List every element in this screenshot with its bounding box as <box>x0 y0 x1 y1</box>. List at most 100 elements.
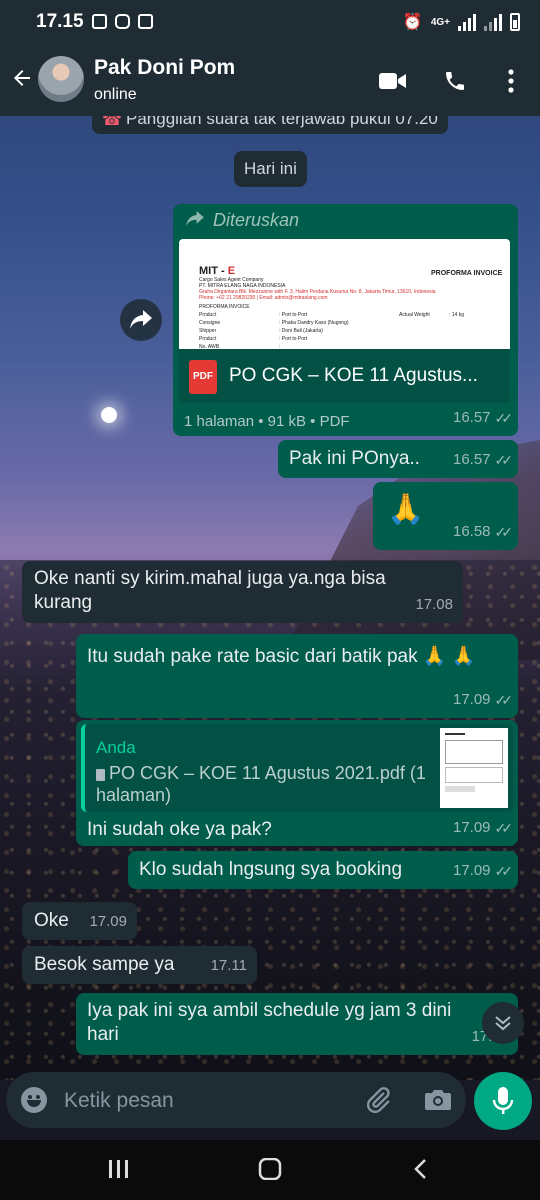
message-bubble[interactable]: Itu sudah pake rate basic dari batik pak… <box>76 634 518 718</box>
message-time: 17.09 <box>452 862 491 879</box>
signal-icon-2 <box>484 13 502 31</box>
document-preview[interactable]: MIT - E PROFORMA INVOICE Cargo Sales Age… <box>179 239 510 349</box>
status-bar: 17.15 ⏰ 4G+ <box>0 0 540 44</box>
message-bubble[interactable]: Pak ini POnya.. 16.57 ✓✓ <box>278 440 518 478</box>
date-chip-label: Hari ini <box>244 159 297 178</box>
file-meta: 1 halaman • 91 kB • PDF <box>184 413 350 430</box>
message-input[interactable]: Ketik pesan <box>64 1089 174 1113</box>
file-bar[interactable]: PDF PO CGK – KOE 11 Agustus... <box>179 349 510 403</box>
scroll-to-bottom-icon[interactable] <box>482 1002 524 1044</box>
message-time: 17.08 <box>415 596 453 613</box>
chat-header: Pak Doni Pom online <box>0 44 540 116</box>
preview-row-extra-value: : 14 kg <box>449 312 465 318</box>
network-type: 4G+ <box>430 16 450 28</box>
pdf-file-icon: PDF <box>189 360 217 394</box>
double-check-icon: ✓✓ <box>494 692 514 708</box>
preview-row: Shipper : Doni Bali (Jakarta) <box>199 327 499 335</box>
message-text: Oke <box>34 910 69 931</box>
system-navigation-bar <box>0 1140 540 1200</box>
contact-name[interactable]: Pak Doni Pom <box>94 56 235 80</box>
forward-share-icon[interactable] <box>120 299 162 341</box>
message-text: Klo sudah lngsung sya booking <box>139 859 403 880</box>
preview-row-label: Consigne <box>199 320 221 326</box>
forwarded-icon <box>185 210 205 234</box>
quoted-text: PO CGK – KOE 11 Agustus 2021.pdf (1 hala… <box>96 763 426 805</box>
preview-row-extra-label: Actual Weight <box>399 312 430 318</box>
camera-icon[interactable] <box>424 1088 452 1117</box>
double-check-icon: ✓✓ <box>494 863 514 879</box>
attach-icon[interactable] <box>364 1086 392 1119</box>
message-time: 16.57 <box>452 451 491 468</box>
preview-contact: Phone: +62 21 29820230 | Email: admin@mi… <box>199 295 328 301</box>
message-text: Besok sampe ya <box>34 954 175 975</box>
instagram-icon <box>115 14 130 29</box>
recent-apps-icon[interactable] <box>108 1158 130 1186</box>
preview-row-value: : Port to Port <box>279 336 308 342</box>
preview-row-label: Product <box>199 336 217 342</box>
video-call-icon[interactable] <box>378 66 408 96</box>
message-bubble[interactable]: Oke 17.09 <box>22 902 137 940</box>
voice-call-icon[interactable] <box>440 66 470 96</box>
battery-icon <box>510 13 520 31</box>
message-time: 17.09 <box>89 913 127 930</box>
message-text: Oke nanti sy kirim.mahal juga ya.nga bis… <box>34 568 386 613</box>
file-name: PO CGK – KOE 11 Agustus... <box>229 365 478 386</box>
back-nav-icon[interactable] <box>412 1158 428 1187</box>
message-bubble[interactable]: Iya pak ini sya ambil schedule yg jam 3 … <box>76 993 518 1055</box>
preview-brand-accent: E <box>227 265 236 277</box>
back-arrow-icon[interactable] <box>10 66 34 94</box>
contact-status: online <box>94 86 137 103</box>
message-bubble[interactable]: Besok sampe ya 17.11 <box>22 946 257 984</box>
preview-brand: MIT - <box>199 265 228 277</box>
message-bubble[interactable]: Klo sudah lngsung sya booking 17.09 ✓✓ <box>128 851 518 889</box>
alarm-icon: ⏰ <box>402 14 423 31</box>
forwarded-document-message[interactable]: Diteruskan MIT - E PROFORMA INVOICE Carg… <box>173 204 518 436</box>
message-text: Itu sudah pake rate basic dari batik pak… <box>87 646 476 667</box>
pdf-file-icon-label: PDF <box>193 371 213 382</box>
message-bubble[interactable]: Oke nanti sy kirim.mahal juga ya.nga bis… <box>22 561 463 623</box>
chat-area[interactable]: ☎ Panggilan suara tak terjawab pukul 07.… <box>0 116 540 1070</box>
missed-call-text: Panggilan suara tak terjawab pukul 07.20 <box>126 116 438 128</box>
preview-section: PROFORMA INVOICE <box>199 304 250 310</box>
forwarded-label: Diteruskan <box>213 210 300 230</box>
double-check-icon: ✓✓ <box>494 524 514 540</box>
message-time: 17.11 <box>210 957 247 974</box>
microphone-icon[interactable] <box>474 1072 532 1130</box>
preview-row-label: Shipper <box>199 328 217 334</box>
message-text: Iya pak ini sya ambil schedule yg jam 3 … <box>87 1000 452 1045</box>
more-options-icon[interactable] <box>496 66 526 96</box>
preview-row-value: : Phaka Dandry Kaso (Nugong) <box>279 320 349 326</box>
double-check-icon: ✓✓ <box>494 452 514 468</box>
reply-message[interactable]: Anda PO CGK – KOE 11 Agustus 2021.pdf (1… <box>76 720 518 846</box>
message-text: 🙏 <box>387 493 425 526</box>
quoted-author: Anda <box>96 738 136 757</box>
missed-call-icon: ☎ <box>102 116 122 129</box>
message-input-placeholder: Ketik pesan <box>64 1089 174 1112</box>
home-icon[interactable] <box>258 1157 282 1187</box>
avatar[interactable] <box>38 56 84 102</box>
quoted-message[interactable]: Anda PO CGK – KOE 11 Agustus 2021.pdf (1… <box>81 724 513 812</box>
preview-row: Product : Port to Port Actual Weight : 14 k… <box>199 311 499 319</box>
preview-row-label: Product <box>199 312 217 318</box>
double-check-icon: ✓✓ <box>494 410 514 426</box>
preview-row-value: : Doni Bali (Jakarta) <box>279 328 323 334</box>
preview-rows: Product : Port to Port Actual Weight : 14 k… <box>199 311 499 349</box>
message-time: 17.09 <box>452 691 491 708</box>
message-time: 17.09 <box>452 819 491 836</box>
preview-row-value: : Port to Port <box>279 312 308 318</box>
preview-row: Product : Port to Port <box>199 335 499 343</box>
message-time: 16.58 <box>452 523 491 540</box>
status-time: 17.15 <box>36 11 84 32</box>
signal-icon <box>458 13 476 31</box>
missed-call-chip: ☎ Panggilan suara tak terjawab pukul 07.… <box>92 116 448 134</box>
message-composer[interactable]: Ketik pesan <box>6 1072 466 1128</box>
emoji-icon[interactable] <box>21 1087 47 1113</box>
double-check-icon: ✓✓ <box>494 820 514 836</box>
check-icon <box>138 14 153 29</box>
message-text: Pak ini POnya.. <box>289 448 420 469</box>
message-time: 16.57 <box>452 409 491 426</box>
message-text: Ini sudah oke ya pak? <box>87 819 272 840</box>
date-chip: Hari ini <box>234 151 307 187</box>
gallery-icon <box>92 14 107 29</box>
message-bubble[interactable]: 🙏 16.58 ✓✓ <box>373 482 518 550</box>
